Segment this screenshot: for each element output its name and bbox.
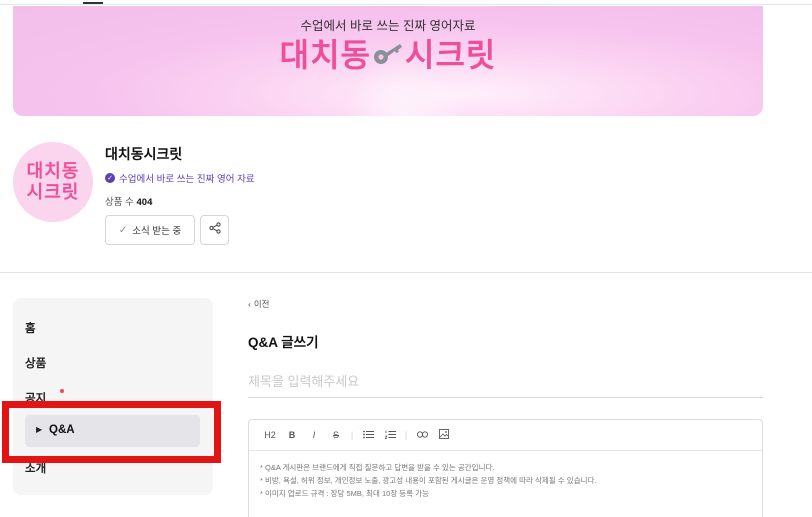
store-avatar: 대치동 시크릿: [13, 142, 93, 222]
section-divider: [0, 272, 812, 273]
highlight-box: [2, 401, 221, 463]
sidebar-item-home[interactable]: 홈: [25, 320, 36, 336]
sidebar-item-products[interactable]: 상품: [25, 355, 46, 371]
follow-button[interactable]: ✓ 소식 받는 중: [105, 215, 195, 245]
guideline-line: * 비방, 욕설, 허위 정보, 개인정보 노출, 광고성 내용이 포함된 게시…: [260, 476, 597, 485]
store-name: 대치동시크릿: [105, 146, 183, 162]
italic-button[interactable]: I: [303, 430, 325, 440]
page-title: Q&A 글쓰기: [248, 335, 319, 350]
bullet-list-icon: [362, 430, 374, 438]
new-notice-badge: [60, 389, 64, 393]
numbered-list-button[interactable]: [379, 430, 401, 441]
top-border: [0, 4, 812, 5]
image-button[interactable]: [433, 429, 455, 441]
avatar-text-line1: 대치동: [26, 161, 80, 181]
share-button[interactable]: [200, 215, 229, 245]
store-tagline: ✓ 수업에서 바로 쓰는 진짜 영어 자료: [105, 171, 255, 185]
top-tab-indicator: [83, 2, 103, 4]
content-editor[interactable]: H2 B I S | | * Q&A 게시판은 브랜드에게 직접 질문하고 답변…: [248, 419, 763, 517]
numbered-list-icon: [384, 430, 396, 439]
back-link[interactable]: ‹ 이전: [248, 298, 269, 310]
guideline-line: * Q&A 게시판은 브랜드에게 직접 질문하고 답변을 받을 수 있는 공간입…: [260, 463, 495, 472]
link-button[interactable]: [411, 430, 433, 440]
banner-title: 대치동 시크릿: [13, 30, 763, 76]
bullet-list-button[interactable]: [357, 430, 379, 441]
product-count-label: 상품 수: [105, 197, 134, 208]
verified-check-icon: ✓: [105, 173, 115, 183]
bold-button[interactable]: B: [281, 430, 303, 440]
banner-title-right: 시크릿: [405, 37, 497, 73]
guideline-line: * 이미지 업로드 규격 : 장당 5MB, 최대 10장 등록 가능: [260, 489, 429, 498]
editor-guidelines: * Q&A 게시판은 브랜드에게 직접 질문하고 답변을 받을 수 있는 공간입…: [260, 461, 596, 500]
title-input[interactable]: [248, 366, 763, 398]
editor-toolbar: H2 B I S | |: [249, 420, 762, 451]
back-label: 이전: [253, 299, 270, 309]
tagline-text: 수업에서 바로 쓰는 진짜 영어 자료: [119, 174, 255, 185]
store-banner: 수업에서 바로 쓰는 진짜 영어자료 대치동 시크릿: [13, 6, 763, 116]
share-icon: [208, 221, 221, 239]
strikethrough-button[interactable]: S: [325, 430, 347, 440]
check-icon: ✓: [118, 224, 128, 236]
product-count-value: 404: [136, 197, 153, 208]
product-count: 상품 수 404: [105, 194, 152, 208]
banner-title-left: 대치동: [279, 37, 371, 73]
key-icon: [373, 39, 403, 76]
avatar-text-line2: 시크릿: [26, 182, 80, 202]
image-icon: [439, 429, 449, 439]
chevron-left-icon: ‹: [248, 299, 251, 309]
heading2-button[interactable]: H2: [259, 430, 281, 440]
toolbar-separator: |: [404, 430, 408, 440]
toolbar-separator: |: [350, 430, 354, 440]
link-icon: [416, 431, 428, 438]
follow-label: 소식 받는 중: [132, 226, 182, 237]
